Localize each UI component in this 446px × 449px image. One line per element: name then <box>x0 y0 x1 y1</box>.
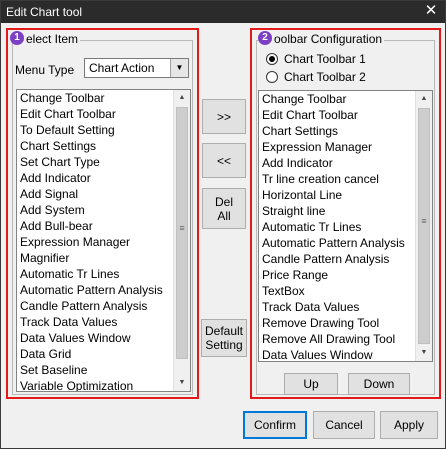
select-item-title: elect Item <box>24 32 81 46</box>
delete-all-line2: All <box>217 208 231 223</box>
chevron-down-icon[interactable]: ▼ <box>170 59 188 77</box>
cancel-button[interactable]: Cancel <box>313 411 375 439</box>
list-item[interactable]: Candle Pattern Analysis <box>17 298 173 314</box>
list-item[interactable]: Candle Pattern Analysis <box>259 251 415 267</box>
grip-icon: ≡ <box>179 223 185 233</box>
radio-chart-toolbar-1[interactable]: Chart Toolbar 1 <box>266 52 366 66</box>
list-item[interactable]: Track Data Values <box>259 299 415 315</box>
list-item[interactable]: Straight line <box>259 203 415 219</box>
list-item[interactable]: Remove All Drawing Tool <box>259 331 415 347</box>
list-item[interactable]: Add Signal <box>17 186 173 202</box>
radio-selected-icon[interactable] <box>266 53 278 65</box>
scroll-down-arrow-icon[interactable]: ▼ <box>416 345 432 361</box>
list-item[interactable]: Change Toolbar <box>259 91 415 107</box>
radio-chart-toolbar-2[interactable]: Chart Toolbar 2 <box>266 70 366 84</box>
step-1-badge: 1 <box>10 31 24 45</box>
default-setting-button[interactable]: Default Setting <box>201 319 247 357</box>
toolbar-items-list[interactable]: Change Toolbar Edit Chart Toolbar Chart Se… <box>258 90 433 362</box>
toolbar-configuration-title: oolbar Configuration <box>272 32 385 46</box>
scroll-thumb[interactable]: ≡ <box>418 108 430 344</box>
radio-chart-toolbar-1-label: Chart Toolbar 1 <box>284 52 366 66</box>
list-item[interactable]: Chart Settings <box>259 123 415 139</box>
title-bar: Edit Chart tool ✕ <box>1 1 445 23</box>
remove-item-button[interactable]: << <box>202 143 246 178</box>
list-item[interactable]: Set Baseline <box>17 362 173 378</box>
list-item[interactable]: Add Indicator <box>17 170 173 186</box>
default-setting-line2: Setting <box>205 338 243 352</box>
list-item[interactable]: Tr line creation cancel <box>259 171 415 187</box>
menu-type-value: Chart Action <box>89 61 155 75</box>
select-item-highlight: 1 elect Item Menu Type Chart Action ▼ Ch… <box>6 28 199 399</box>
list-item[interactable]: Track Data Values <box>17 314 173 330</box>
step-2-badge: 2 <box>258 31 272 45</box>
list-item[interactable]: Data Grid <box>17 346 173 362</box>
list-item[interactable]: Expression Manager <box>259 139 415 155</box>
list-item[interactable]: Magnifier <box>17 250 173 266</box>
grip-icon: ≡ <box>421 216 427 226</box>
list-item[interactable]: Set Chart Type <box>17 154 173 170</box>
list-item[interactable]: Change Toolbar <box>17 90 173 106</box>
list-item[interactable]: Price Range <box>259 267 415 283</box>
scroll-up-arrow-icon[interactable]: ▲ <box>174 90 190 106</box>
close-icon[interactable]: ✕ <box>423 3 439 19</box>
radio-chart-toolbar-2-label: Chart Toolbar 2 <box>284 70 366 84</box>
list-item[interactable]: Add System <box>17 202 173 218</box>
list-item[interactable]: Variable Optimization <box>17 378 173 391</box>
available-items: Change Toolbar Edit Chart Toolbar To Defau… <box>17 90 173 391</box>
list-item[interactable]: TextBox <box>259 283 415 299</box>
scroll-up-arrow-icon[interactable]: ▲ <box>416 91 432 107</box>
list-item[interactable]: Horizontal Line <box>259 187 415 203</box>
toolbar-items-scrollbar[interactable]: ▲ ≡ ▼ <box>415 91 432 361</box>
add-item-button[interactable]: >> <box>202 99 246 134</box>
scroll-down-arrow-icon[interactable]: ▼ <box>174 375 190 391</box>
move-down-button[interactable]: Down <box>348 373 410 395</box>
scroll-thumb[interactable]: ≡ <box>176 107 188 359</box>
menu-type-label: Menu Type <box>15 63 75 77</box>
confirm-button[interactable]: Confirm <box>243 411 307 439</box>
delete-all-line1: Del <box>214 194 233 209</box>
list-item[interactable]: Expression Manager <box>17 234 173 250</box>
list-item[interactable]: Automatic Tr Lines <box>259 219 415 235</box>
list-item[interactable]: Add Indicator <box>259 155 415 171</box>
toolbar-items: Change Toolbar Edit Chart Toolbar Chart Se… <box>259 91 415 361</box>
menu-type-select[interactable]: Chart Action ▼ <box>84 58 189 78</box>
default-setting-line1: Default <box>204 324 244 338</box>
list-item[interactable]: Chart Settings <box>17 138 173 154</box>
apply-button[interactable]: Apply <box>380 411 438 439</box>
move-up-button[interactable]: Up <box>284 373 338 395</box>
list-item[interactable]: Edit Chart Toolbar <box>259 107 415 123</box>
window-title: Edit Chart tool <box>6 5 83 19</box>
list-item[interactable]: Add Bull-bear <box>17 218 173 234</box>
edit-chart-tool-dialog: Edit Chart tool ✕ 1 elect Item Menu Type… <box>0 0 446 449</box>
list-item[interactable]: Edit Chart Toolbar <box>17 106 173 122</box>
list-item[interactable]: Remove Drawing Tool <box>259 315 415 331</box>
radio-unselected-icon[interactable] <box>266 71 278 83</box>
toolbar-configuration-highlight: 2 oolbar Configuration Chart Toolbar 1 C… <box>250 28 441 399</box>
list-item[interactable]: Automatic Pattern Analysis <box>259 235 415 251</box>
delete-all-button[interactable]: Del All <box>202 188 246 229</box>
list-item[interactable]: To Default Setting <box>17 122 173 138</box>
list-item[interactable]: Data Values Window <box>259 347 415 361</box>
list-item[interactable]: Data Values Window <box>17 330 173 346</box>
list-item[interactable]: Automatic Tr Lines <box>17 266 173 282</box>
list-item[interactable]: Automatic Pattern Analysis <box>17 282 173 298</box>
available-items-list[interactable]: Change Toolbar Edit Chart Toolbar To Defau… <box>16 89 191 392</box>
available-items-scrollbar[interactable]: ▲ ≡ ▼ <box>173 90 190 391</box>
